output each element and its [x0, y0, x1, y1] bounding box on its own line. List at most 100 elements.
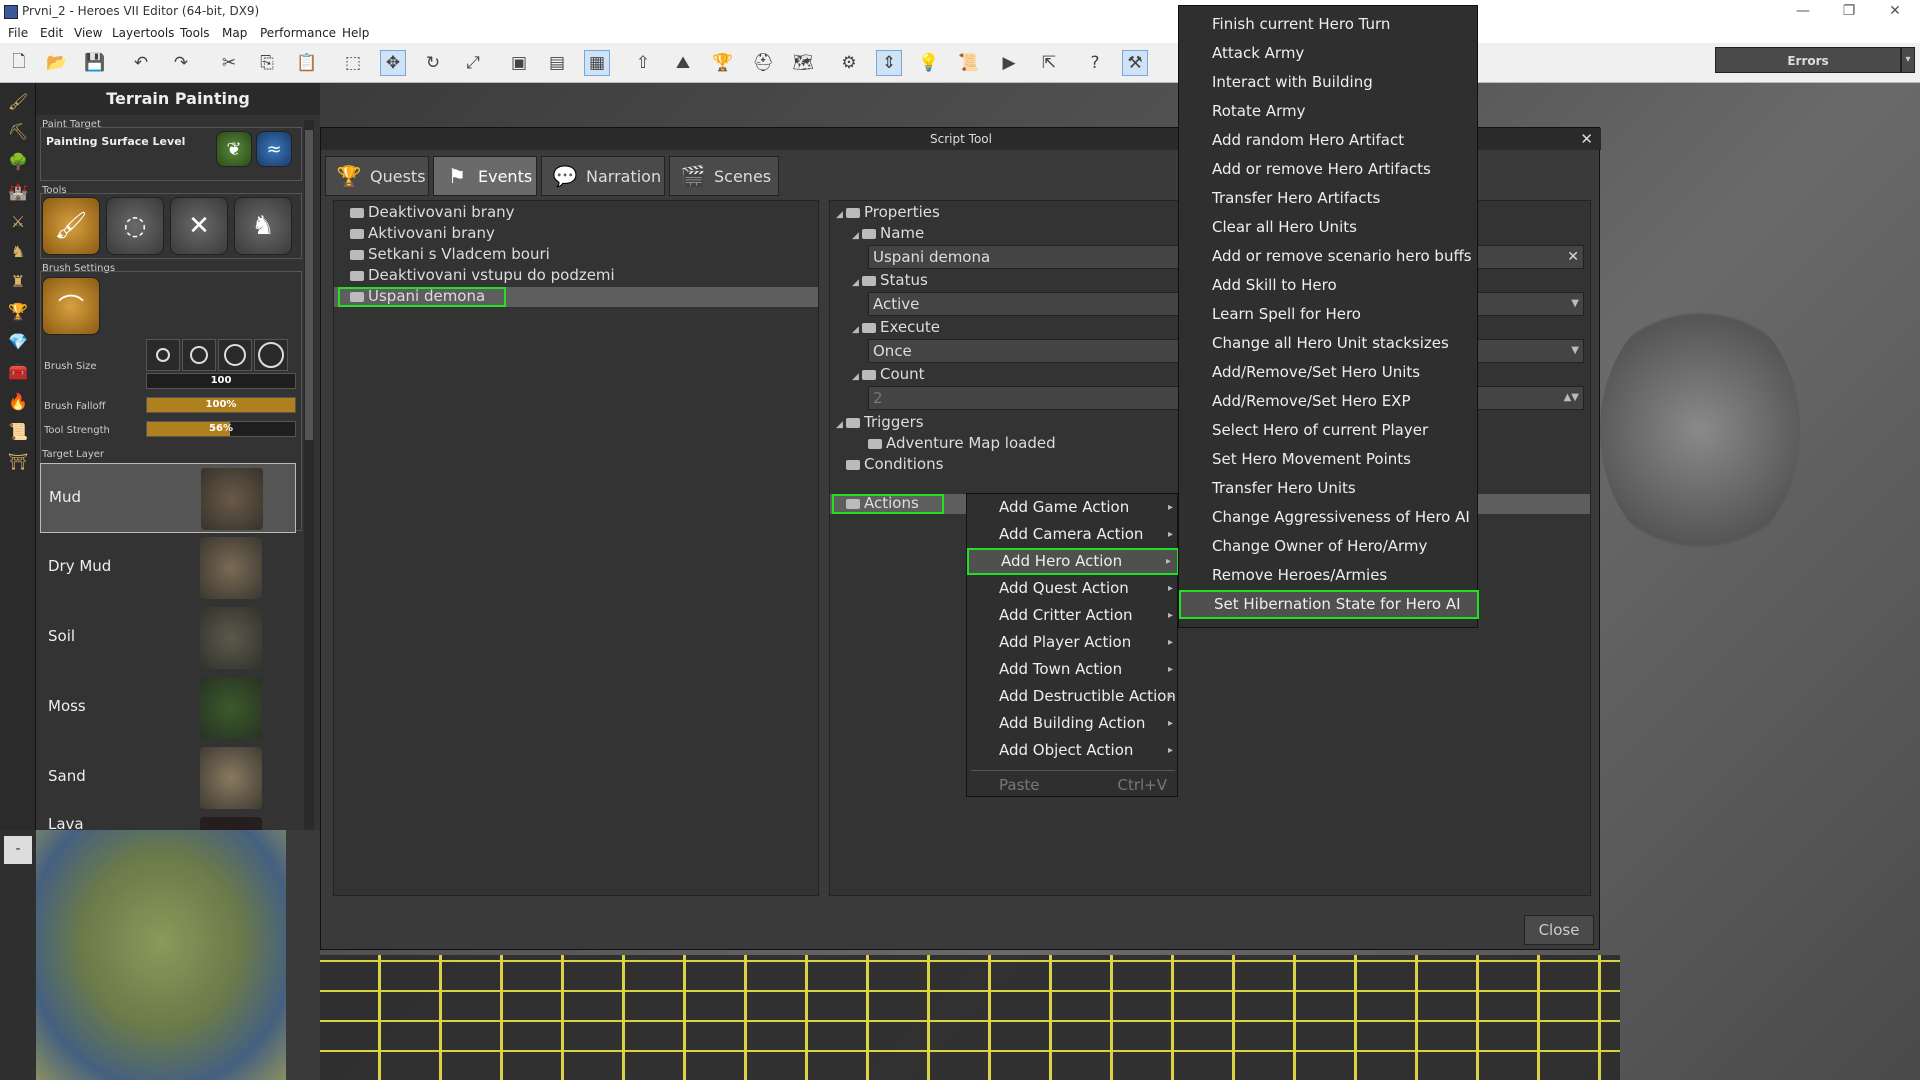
menu-item-add-destructible-action[interactable]: Add Destructible Action ▸ [967, 683, 1179, 710]
surface-water-icon[interactable]: ≈ [256, 131, 292, 167]
menu-item-add-quest-action[interactable]: Add Quest Action ▸ [967, 575, 1179, 602]
menu-item[interactable]: Change Owner of Hero/Army [1179, 532, 1479, 561]
terrain-icon[interactable]: ⛰ [670, 50, 696, 76]
menu-view[interactable]: View [74, 26, 102, 40]
menu-item[interactable]: Finish current Hero Turn [1179, 10, 1479, 39]
menu-item[interactable]: Change all Hero Unit stacksizes [1179, 329, 1479, 358]
close-button[interactable]: Close [1524, 915, 1594, 945]
erase-tool-icon[interactable]: ✕ [170, 197, 228, 255]
triggers-node[interactable]: ◢ Triggers [836, 413, 924, 431]
move-icon[interactable]: ✥ [380, 50, 406, 76]
pickaxe-category-icon[interactable]: ⛏ [4, 117, 32, 145]
list-item-selected[interactable]: Uspani demona [334, 287, 818, 307]
redo-icon[interactable]: ↷ [168, 50, 194, 76]
count-node[interactable]: ◢ Count [852, 365, 925, 383]
layer-item-mud[interactable]: Mud [40, 463, 296, 533]
menu-map[interactable]: Map [222, 26, 247, 40]
army-category-icon[interactable]: ♞ [4, 237, 32, 265]
trophy-icon[interactable]: 🏆 [710, 50, 736, 76]
menu-edit[interactable]: Edit [40, 26, 63, 40]
script-tool-close-icon[interactable]: ✕ [1580, 130, 1593, 148]
menu-item[interactable]: Add Skill to Hero [1179, 271, 1479, 300]
conditions-node[interactable]: Conditions [846, 455, 943, 473]
surface-leaf-icon[interactable]: ❦ [216, 131, 252, 167]
menu-item[interactable]: Add/Remove/Set Hero EXP [1179, 387, 1479, 416]
save-icon[interactable]: 💾 [82, 50, 108, 76]
brush-size-xlarge-button[interactable] [254, 339, 288, 371]
menu-item[interactable]: Attack Army [1179, 39, 1479, 68]
menu-item[interactable]: Add or remove Hero Artifacts [1179, 155, 1479, 184]
menu-item[interactable]: Learn Spell for Hero [1179, 300, 1479, 329]
render-icon[interactable]: ▣ [506, 50, 532, 76]
status-node[interactable]: ◢ Status [852, 271, 928, 289]
brush-shape-icon[interactable]: ⌒ [42, 277, 100, 335]
transform-icon[interactable]: ⇕ [876, 50, 902, 76]
brush-category-icon[interactable]: 🖌 [4, 87, 32, 115]
2d-view-icon[interactable]: ▤ [544, 50, 570, 76]
menu-item[interactable]: Set Hero Movement Points [1179, 445, 1479, 474]
tree-category-icon[interactable]: 🌳 [4, 147, 32, 175]
paint-brush-tool-icon[interactable]: 🖌 [42, 197, 100, 255]
bonfire-category-icon[interactable]: 🔥 [4, 387, 32, 415]
menu-performance[interactable]: Performance [260, 26, 336, 40]
cut-icon[interactable]: ✂ [216, 50, 242, 76]
trigger-item[interactable]: Adventure Map loaded [868, 434, 1056, 452]
menu-item-add-player-action[interactable]: Add Player Action ▸ [967, 629, 1179, 656]
tab-scenes[interactable]: 🎬 Scenes [669, 156, 779, 196]
brush-falloff-slider[interactable]: 100% [146, 397, 296, 413]
helmet-icon[interactable]: ⛑ [750, 50, 776, 76]
brush-size-medium-button[interactable] [182, 339, 216, 371]
errors-dropdown-icon[interactable]: ▾ [1901, 47, 1915, 73]
play-icon[interactable]: ▶ [996, 50, 1022, 76]
layer-item-dry-mud[interactable]: Dry Mud [40, 533, 296, 603]
trophy-category-icon[interactable]: 🏆 [4, 297, 32, 325]
menu-item[interactable]: Remove Heroes/Armies [1179, 561, 1479, 590]
menu-item[interactable]: Transfer Hero Artifacts [1179, 184, 1479, 213]
layer-item-sand[interactable]: Sand [40, 743, 296, 813]
close-window-button[interactable]: ✕ [1872, 0, 1918, 24]
knight-category-icon[interactable]: ♜ [4, 267, 32, 295]
menu-tools[interactable]: Tools [180, 26, 210, 40]
list-item[interactable]: Aktivovani brany [350, 224, 495, 244]
cursor-icon[interactable]: ⇧ [630, 50, 656, 76]
errors-button[interactable]: Errors [1715, 47, 1901, 73]
select-area-tool-icon[interactable]: ◌ [106, 197, 164, 255]
new-file-icon[interactable]: 🗋 [6, 50, 32, 76]
misc-category-icon[interactable]: ⛩ [4, 447, 32, 475]
rider-tool-icon[interactable]: ♞ [234, 197, 292, 255]
execute-node[interactable]: ◢ Execute [852, 318, 940, 336]
menu-item[interactable]: Change Aggressiveness of Hero AI [1179, 503, 1479, 532]
light-icon[interactable]: 💡 [916, 50, 942, 76]
minimap[interactable] [36, 830, 286, 1080]
minimize-button[interactable]: — [1780, 0, 1826, 24]
layer-item-moss[interactable]: Moss [40, 673, 296, 743]
menu-item[interactable]: Rotate Army [1179, 97, 1479, 126]
menu-item-add-camera-action[interactable]: Add Camera Action ▸ [967, 521, 1179, 548]
scroll-category-icon[interactable]: 📜 [4, 417, 32, 445]
list-item[interactable]: Deaktivovani brany [350, 203, 515, 223]
layer-item-soil[interactable]: Soil [40, 603, 296, 673]
grid-icon[interactable]: ▦ [584, 50, 610, 76]
undo-icon[interactable]: ↶ [128, 50, 154, 76]
menu-item-add-critter-action[interactable]: Add Critter Action ▸ [967, 602, 1179, 629]
map-icon[interactable]: 🗺 [790, 50, 816, 76]
menu-item[interactable]: Transfer Hero Units [1179, 474, 1479, 503]
export-icon[interactable]: ⇱ [1036, 50, 1062, 76]
list-item[interactable]: Setkani s Vladcem bouri [350, 245, 550, 265]
properties-node[interactable]: ◢ Properties [836, 203, 940, 221]
menu-item-selected[interactable]: Set Hibernation State for Hero AI [1179, 590, 1479, 619]
tab-events[interactable]: ⚑ Events [433, 156, 537, 196]
help-icon[interactable]: ? [1082, 50, 1108, 76]
menu-item[interactable]: Select Hero of current Player [1179, 416, 1479, 445]
menu-item[interactable]: Add or remove scenario hero buffs [1179, 242, 1479, 271]
chest-category-icon[interactable]: 🧰 [4, 357, 32, 385]
menu-item[interactable]: Clear all Hero Units [1179, 213, 1479, 242]
menu-file[interactable]: File [8, 26, 28, 40]
tab-quests[interactable]: 🏆 Quests [325, 156, 429, 196]
name-node[interactable]: ◢ Name [852, 224, 924, 242]
rotate-icon[interactable]: ↻ [420, 50, 446, 76]
scale-icon[interactable]: ⤢ [460, 50, 486, 76]
brush-size-small-button[interactable] [146, 339, 180, 371]
menu-item-add-town-action[interactable]: Add Town Action ▸ [967, 656, 1179, 683]
menu-item-paste[interactable]: Paste Ctrl+V [967, 772, 1179, 799]
